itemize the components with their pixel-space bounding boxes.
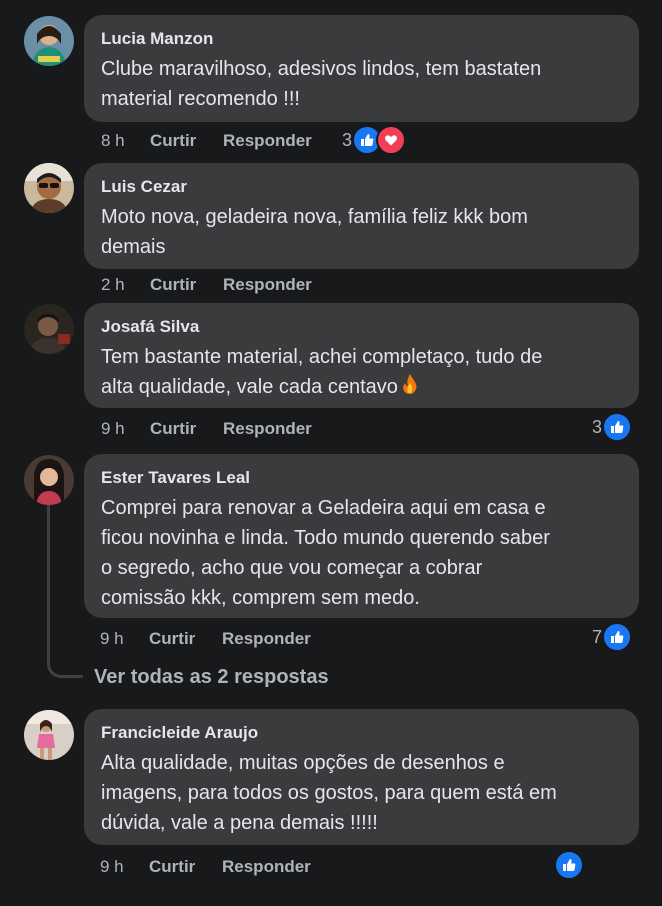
comment-author[interactable]: Lucia Manzon — [101, 29, 621, 49]
comment-time[interactable]: 2 h — [101, 275, 150, 295]
comment-time[interactable]: 9 h — [100, 629, 149, 649]
reaction-summary[interactable]: 3 — [342, 125, 407, 155]
comment-bubble: Luis Cezar Moto nova, geladeira nova, fa… — [84, 163, 639, 269]
like-button[interactable]: Curtir — [150, 275, 223, 295]
like-icon — [554, 850, 584, 880]
comment-time[interactable]: 9 h — [100, 857, 149, 877]
comment-actions: 8 h Curtir Responder — [101, 129, 312, 153]
avatar[interactable] — [24, 455, 74, 505]
reaction-count: 3 — [342, 129, 353, 150]
like-button[interactable]: Curtir — [149, 629, 222, 649]
reply-thread-line — [47, 504, 83, 678]
reply-button[interactable]: Responder — [222, 629, 311, 649]
avatar[interactable] — [24, 304, 74, 354]
reply-button[interactable]: Responder — [223, 275, 312, 295]
comment-text-content: Tem bastante material, achei completaço,… — [101, 346, 543, 398]
reply-button[interactable]: Responder — [223, 419, 312, 439]
comment-text: Comprei para renovar a Geladeira aqui em… — [101, 497, 550, 609]
comment-actions: 9 h Curtir Responder — [100, 855, 311, 879]
comment-text: Clube maravilhoso, adesivos lindos, tem … — [101, 58, 542, 110]
comment-time[interactable]: 8 h — [101, 131, 150, 151]
comment-bubble: Josafá Silva Tem bastante material, ache… — [84, 303, 639, 408]
comment-author[interactable]: Josafá Silva — [101, 317, 621, 337]
like-button[interactable]: Curtir — [150, 131, 223, 151]
like-button[interactable]: Curtir — [150, 419, 223, 439]
comment-author[interactable]: Luis Cezar — [101, 177, 621, 197]
reaction-summary[interactable]: 3 — [592, 412, 633, 442]
like-button[interactable]: Curtir — [149, 857, 222, 877]
avatar[interactable] — [24, 16, 74, 66]
reaction-count: 3 — [592, 416, 603, 437]
comment-text: Tem bastante material, achei completaço,… — [101, 342, 621, 404]
comment-actions: 2 h Curtir Responder — [101, 273, 312, 297]
avatar[interactable] — [24, 710, 74, 760]
comment-text: Moto nova, geladeira nova, família feliz… — [101, 206, 528, 258]
view-replies-link[interactable]: Ver todas as 2 respostas — [94, 666, 329, 689]
comment-bubble: Francicleide Araujo Alta qualidade, muit… — [84, 709, 639, 845]
comment-author[interactable]: Francicleide Araujo — [101, 723, 621, 743]
comment-author[interactable]: Ester Tavares Leal — [101, 468, 621, 488]
fire-emoji — [402, 373, 418, 404]
comment-bubble: Lucia Manzon Clube maravilhoso, adesivos… — [84, 15, 639, 122]
like-icon — [602, 412, 633, 442]
comment-time[interactable]: 9 h — [101, 419, 150, 439]
comment-actions: 9 h Curtir Responder — [101, 417, 312, 441]
reaction-summary[interactable]: 7 — [592, 622, 633, 652]
like-icon — [602, 622, 633, 652]
avatar[interactable] — [24, 163, 74, 213]
comment-actions: 9 h Curtir Responder — [100, 627, 311, 651]
reply-button[interactable]: Responder — [222, 857, 311, 877]
love-icon — [376, 125, 407, 155]
reply-button[interactable]: Responder — [223, 131, 312, 151]
reaction-summary[interactable] — [554, 850, 584, 880]
reaction-count: 7 — [592, 626, 603, 647]
comment-text: Alta qualidade, muitas opções de desenho… — [101, 752, 557, 834]
comment-bubble: Ester Tavares Leal Comprei para renovar … — [84, 454, 639, 618]
